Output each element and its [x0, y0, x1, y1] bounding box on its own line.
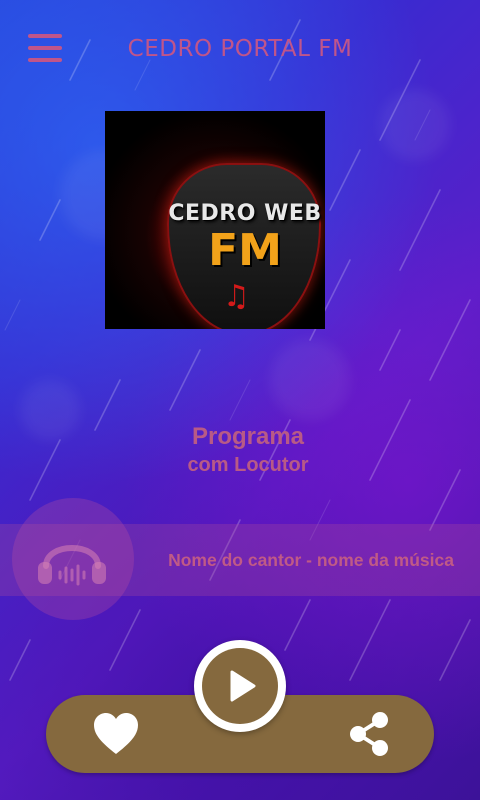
logo-text-line1: CEDRO WEB [168, 201, 322, 226]
favorite-button[interactable] [92, 712, 140, 756]
heart-icon [94, 713, 138, 754]
share-button[interactable] [346, 710, 392, 758]
play-button[interactable] [194, 640, 286, 732]
station-logo: CEDRO WEB FM ♫ [105, 111, 325, 329]
play-button-inner [202, 648, 278, 724]
logo-text-line2: FM [208, 225, 282, 276]
program-host: com Locutor [187, 454, 309, 476]
now-playing-track: Nome do cantor - nome da música [168, 550, 454, 570]
program-title: Programa [191, 423, 305, 450]
background-bokeh [380, 90, 450, 160]
background-bokeh [270, 340, 350, 420]
headphones-icon [38, 545, 106, 586]
share-icon [350, 712, 388, 756]
music-note-icon: ♫ [223, 279, 250, 314]
app-title: CEDRO PORTAL FM [127, 36, 353, 62]
play-icon [230, 670, 256, 702]
